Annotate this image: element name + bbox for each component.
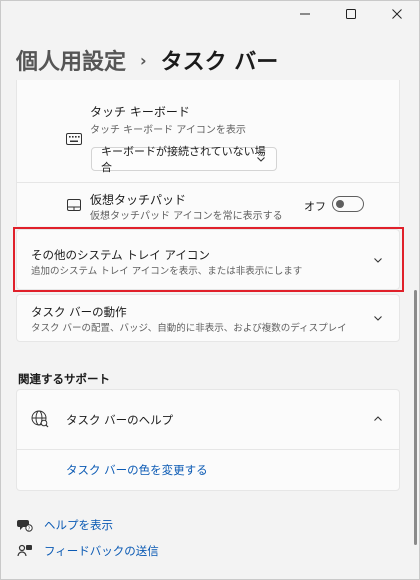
get-help-link[interactable]: ? ヘルプを表示 [17, 517, 113, 533]
touch-keyboard-title: タッチ キーボード [90, 105, 190, 119]
feedback-icon [17, 543, 35, 559]
chevron-down-icon [257, 157, 265, 162]
taskbar-help-card: タスク バーのヘルプ タスク バーの色を変更する [16, 389, 400, 491]
page-title: タスク バー [160, 50, 279, 75]
chevron-up-icon [374, 416, 382, 421]
keyboard-icon [66, 133, 82, 145]
toggle-state-label: オフ [304, 200, 326, 213]
taskbar-behavior-description: タスク バーの配置、バッジ、自動的に非表示、および複数のディスプレイ [31, 323, 347, 334]
dropdown-value: キーボードが接続されていない場合 [101, 145, 266, 174]
globe-icon [31, 410, 49, 428]
scrollbar[interactable] [414, 290, 417, 545]
svg-text:?: ? [28, 526, 31, 532]
other-tray-icons-row[interactable]: その他のシステム トレイ アイコン 追加のシステム トレイ アイコンを表示、また… [16, 229, 400, 290]
touchpad-icon [67, 199, 81, 211]
touch-keyboard-dropdown[interactable]: キーボードが接続されていない場合 [91, 145, 277, 174]
taskbar-behavior-title: タスク バーの動作 [31, 305, 127, 319]
virtual-touchpad-description: 仮想タッチパッド アイコンを常に表示する [90, 211, 283, 222]
feedback-link[interactable]: フィードバックの送信 [17, 543, 159, 559]
virtual-touchpad-title: 仮想タッチパッド [90, 193, 187, 207]
taskbar-help-header[interactable]: タスク バーのヘルプ [17, 390, 399, 449]
breadcrumb: 個人用設定 › タスク バー [16, 44, 278, 76]
help-icon: ? [17, 517, 35, 533]
close-button[interactable] [374, 0, 420, 28]
chevron-down-icon [374, 316, 382, 321]
taskbar-icons-card: タッチ キーボード タッチ キーボード アイコンを表示 キーボードが接続されてい… [16, 80, 400, 226]
breadcrumb-parent-personalization[interactable]: 個人用設定 [16, 44, 126, 76]
divider [17, 182, 399, 183]
taskbar-help-title: タスク バーのヘルプ [66, 413, 174, 427]
change-taskbar-color-link[interactable]: タスク バーの色を変更する [66, 462, 208, 478]
taskbar-behavior-row[interactable]: タスク バーの動作 タスク バーの配置、バッジ、自動的に非表示、および複数のディ… [16, 294, 400, 342]
other-tray-icons-title: その他のシステム トレイ アイコン [31, 248, 210, 262]
virtual-touchpad-toggle[interactable] [332, 196, 364, 212]
touch-keyboard-description: タッチ キーボード アイコンを表示 [90, 125, 246, 136]
feedback-label: フィードバックの送信 [44, 544, 159, 558]
breadcrumb-separator: › [140, 50, 147, 70]
maximize-icon [346, 9, 356, 19]
divider [17, 449, 399, 450]
other-tray-icons-description: 追加のシステム トレイ アイコンを表示、または非表示にします [31, 266, 303, 277]
title-bar [282, 0, 420, 28]
get-help-label: ヘルプを表示 [44, 518, 113, 532]
chevron-down-icon [374, 258, 382, 263]
related-support-heading: 関連するサポート [18, 372, 110, 386]
minimize-button[interactable] [282, 0, 328, 28]
close-icon [392, 9, 402, 19]
settings-window: 個人用設定 › タスク バー タッチ キーボード タッチ キーボード アイコンを… [0, 0, 420, 580]
maximize-button[interactable] [328, 0, 374, 28]
toggle-knob [336, 199, 344, 208]
minimize-icon [300, 13, 310, 15]
